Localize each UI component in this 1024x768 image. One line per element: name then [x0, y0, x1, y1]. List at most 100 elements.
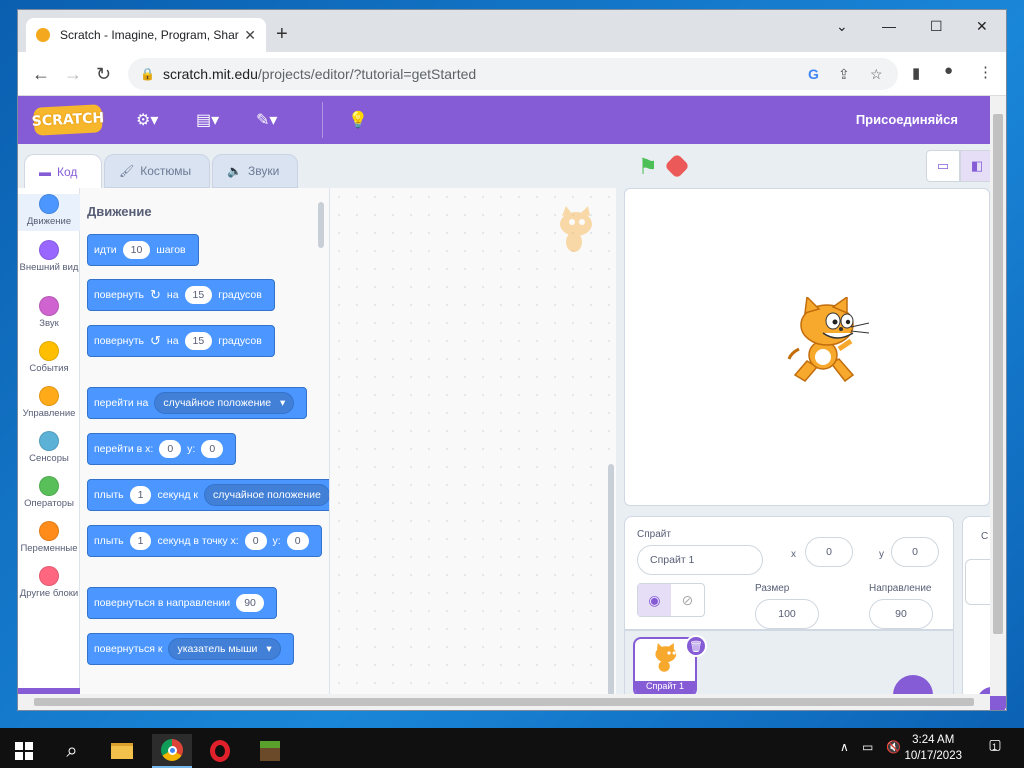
category-my-blocks[interactable]: Другие блоки — [18, 566, 80, 599]
notifications-icon[interactable]: ▢ 1 — [984, 736, 1006, 758]
block-point-towards[interactable]: повернуться к указатель мыши ▾ — [87, 633, 294, 665]
motion-dot-icon — [39, 194, 59, 214]
new-tab-icon[interactable]: + — [276, 23, 288, 46]
point-target-dropdown[interactable]: указатель мыши ▾ — [168, 638, 281, 660]
category-control[interactable]: Управление — [18, 386, 80, 419]
category-sound[interactable]: Звук — [18, 296, 80, 329]
scroll-thumb[interactable] — [993, 114, 1003, 634]
sprite-name-field[interactable]: Спрайт 1 — [637, 545, 763, 575]
code-blocks-icon: ▬ — [39, 164, 51, 179]
tab-sounds[interactable]: 🔈 Звуки — [212, 154, 298, 188]
start-button[interactable] — [4, 734, 44, 768]
block-go-to[interactable]: перейти на случайное положение ▾ — [87, 387, 308, 419]
y-input[interactable]: 0 — [201, 440, 224, 458]
visibility-toggle[interactable]: ◉ ⊘ — [637, 583, 705, 617]
goto-target-dropdown[interactable]: случайное положение ▾ — [154, 392, 295, 414]
palette-scrollbar[interactable] — [318, 202, 324, 248]
network-icon[interactable]: ▭ — [862, 740, 873, 754]
stage-panel-label: С — [981, 531, 989, 542]
settings-gear-icon[interactable]: ⚙▾ — [136, 110, 158, 130]
direction-input[interactable]: 90 — [236, 594, 264, 612]
tab-title: Scratch - Imagine, Program, Shar — [60, 28, 239, 42]
x-input[interactable]: 0 — [159, 440, 182, 458]
palette-heading: Движение — [87, 204, 152, 219]
looks-dot-icon — [39, 240, 59, 260]
profile-avatar-icon[interactable]: ● — [944, 62, 953, 79]
block-point-in-direction[interactable]: повернуться в направлении 90 — [87, 587, 277, 619]
join-button[interactable]: Присоединяйся — [856, 112, 958, 127]
stage-canvas[interactable] — [624, 188, 990, 506]
google-icon[interactable]: G — [808, 66, 819, 82]
steps-input[interactable]: 10 — [122, 241, 151, 259]
forward-icon[interactable]: → — [64, 64, 82, 85]
block-glide-to[interactable]: плыть 1 секунд к случайное положение — [87, 479, 329, 511]
x-field[interactable]: 0 — [805, 537, 853, 567]
block-glide-to-xy[interactable]: плыть 1 секунд в точку x: 0 y: 0 — [87, 525, 322, 557]
tab-search-icon[interactable]: ⌄ — [836, 18, 848, 35]
scroll-thumb[interactable] — [34, 698, 974, 706]
x-input[interactable]: 0 — [244, 532, 267, 550]
script-area[interactable]: ⊕ ⊖ = — [330, 188, 904, 699]
tab-costumes[interactable]: 🖌 Костюмы — [104, 154, 210, 188]
back-icon[interactable]: ← — [32, 64, 50, 85]
chrome-icon[interactable] — [152, 734, 192, 768]
tutorials-bulb-icon[interactable]: 💡 — [348, 110, 368, 130]
block-turn-right[interactable]: повернуть ↻ на 15 градусов — [87, 279, 275, 311]
page-vertical-scrollbar[interactable] — [990, 96, 1006, 696]
more-menu-icon[interactable]: ⋮ — [978, 63, 993, 81]
hide-eye-icon[interactable]: ⊘ — [671, 584, 704, 616]
edit-pencil-icon[interactable]: ✎▾ — [256, 110, 277, 130]
tab-code[interactable]: ▬ Код — [24, 154, 102, 188]
reload-icon[interactable]: ↻ — [96, 64, 111, 85]
opera-icon[interactable] — [200, 734, 240, 768]
search-icon[interactable]: ⌕ — [52, 734, 92, 768]
side-panel-icon[interactable]: ▮ — [912, 64, 920, 82]
x-label: x — [791, 549, 796, 560]
url-field[interactable]: 🔒 scratch.mit.edu /projects/editor/?tuto… — [128, 58, 898, 90]
maximize-icon[interactable]: ☐ — [930, 18, 943, 35]
close-window-icon[interactable]: ✕ — [976, 18, 988, 35]
block-turn-left[interactable]: повернуть ↺ на 15 градусов — [87, 325, 275, 357]
green-flag-icon[interactable]: ⚑ — [638, 154, 658, 180]
degrees-input[interactable]: 15 — [184, 332, 213, 350]
speaker-icon: 🔈 — [227, 164, 242, 178]
normal-stage-icon[interactable]: ◧ — [960, 150, 994, 182]
category-motion[interactable]: Движение — [18, 194, 80, 231]
file-menu-icon[interactable]: ▤▾ — [196, 110, 219, 130]
direction-field[interactable]: 90 — [869, 599, 933, 629]
clock[interactable]: 3:24 AM 10/17/2023 — [904, 732, 962, 764]
operators-dot-icon — [39, 476, 59, 496]
y-input[interactable]: 0 — [286, 532, 309, 550]
browser-tab[interactable]: Scratch - Imagine, Program, Shar ✕ — [26, 18, 266, 52]
page-horizontal-scrollbar[interactable] — [18, 694, 990, 710]
degrees-input[interactable]: 15 — [184, 286, 213, 304]
scratch-logo[interactable]: SCRATCH — [31, 104, 105, 136]
category-variables[interactable]: Переменные — [18, 521, 80, 554]
block-text: секунд к — [157, 489, 198, 501]
share-icon[interactable]: ⇪ — [838, 66, 850, 83]
delete-sprite-icon[interactable]: 🗑 — [685, 635, 707, 657]
volume-muted-icon[interactable]: 🔇 — [886, 740, 901, 754]
cat-sprite-icon[interactable] — [787, 297, 873, 387]
stop-icon[interactable] — [664, 153, 690, 179]
block-go-to-xy[interactable]: перейти в x: 0 y: 0 — [87, 433, 237, 465]
category-events[interactable]: События — [18, 341, 80, 374]
glide-target-dropdown[interactable]: случайное положение — [203, 484, 329, 506]
show-eye-icon[interactable]: ◉ — [638, 584, 671, 616]
minimize-icon[interactable]: — — [882, 18, 896, 34]
small-stage-icon[interactable]: ▭ — [926, 150, 960, 182]
size-field[interactable]: 100 — [755, 599, 819, 629]
y-field[interactable]: 0 — [891, 537, 939, 567]
category-sensing[interactable]: Сенсоры — [18, 431, 80, 464]
close-tab-icon[interactable]: ✕ — [244, 27, 256, 44]
file-explorer-icon[interactable] — [102, 734, 142, 768]
script-scrollbar[interactable] — [608, 464, 614, 700]
bookmark-star-icon[interactable]: ☆ — [870, 66, 883, 83]
block-move-steps[interactable]: идти 10 шагов — [87, 234, 199, 266]
category-operators[interactable]: Операторы — [18, 476, 80, 509]
seconds-input[interactable]: 1 — [129, 532, 152, 550]
tray-chevron-icon[interactable]: ∧ — [840, 740, 849, 754]
category-looks[interactable]: Внешний вид — [18, 240, 80, 273]
seconds-input[interactable]: 1 — [129, 486, 152, 504]
minecraft-icon[interactable] — [250, 734, 290, 768]
